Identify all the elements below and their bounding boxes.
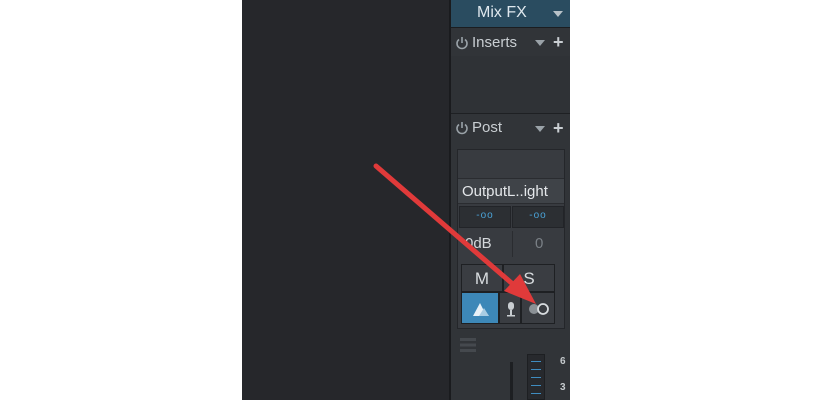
mute-button[interactable]: M bbox=[461, 264, 503, 292]
daw-screenshot: Mix FX Inserts + Post + OutputL..ight -o… bbox=[242, 0, 570, 400]
channel-name: OutputL..ight bbox=[462, 183, 548, 200]
meter-readout-right: -oo bbox=[512, 206, 564, 228]
arrange-area bbox=[242, 0, 449, 400]
link-toggle-button[interactable] bbox=[521, 292, 555, 324]
power-icon[interactable] bbox=[455, 121, 469, 135]
level-meter bbox=[527, 354, 545, 400]
input-monitor-button[interactable] bbox=[499, 292, 521, 324]
chevron-down-icon[interactable] bbox=[535, 126, 545, 132]
channel-name-field[interactable]: OutputL..ight bbox=[458, 178, 564, 204]
plus-icon[interactable]: + bbox=[553, 33, 564, 51]
plus-icon[interactable]: + bbox=[553, 119, 564, 137]
pan-readout[interactable]: 0 bbox=[512, 231, 564, 257]
link-toggle-icon bbox=[529, 303, 549, 315]
meter-scale-label: 3 bbox=[560, 382, 566, 393]
inserts-slot-area[interactable] bbox=[451, 56, 570, 114]
power-icon[interactable] bbox=[455, 36, 469, 50]
meter-scale-label: 6 bbox=[560, 356, 566, 367]
solo-button[interactable]: S bbox=[503, 264, 555, 292]
automation-button[interactable] bbox=[461, 292, 499, 324]
inserts-header: Inserts + bbox=[451, 30, 570, 56]
meter-readout-left: -oo bbox=[459, 206, 511, 228]
post-header: Post + bbox=[451, 116, 570, 142]
automation-icon bbox=[473, 303, 489, 316]
input-monitor-icon bbox=[507, 302, 515, 317]
chevron-down-icon[interactable] bbox=[535, 40, 545, 46]
chevron-down-icon[interactable] bbox=[553, 11, 563, 17]
post-label: Post bbox=[472, 119, 503, 136]
channel-strip: Mix FX Inserts + Post + OutputL..ight -o… bbox=[451, 0, 570, 400]
inserts-label: Inserts bbox=[472, 34, 518, 51]
volume-readout[interactable]: 0dB bbox=[459, 231, 511, 257]
fader-menu-icon[interactable] bbox=[459, 336, 477, 354]
fader-track[interactable] bbox=[510, 362, 513, 400]
mixfx-header[interactable]: Mix FX bbox=[451, 0, 570, 28]
mixfx-label: Mix FX bbox=[477, 4, 527, 21]
